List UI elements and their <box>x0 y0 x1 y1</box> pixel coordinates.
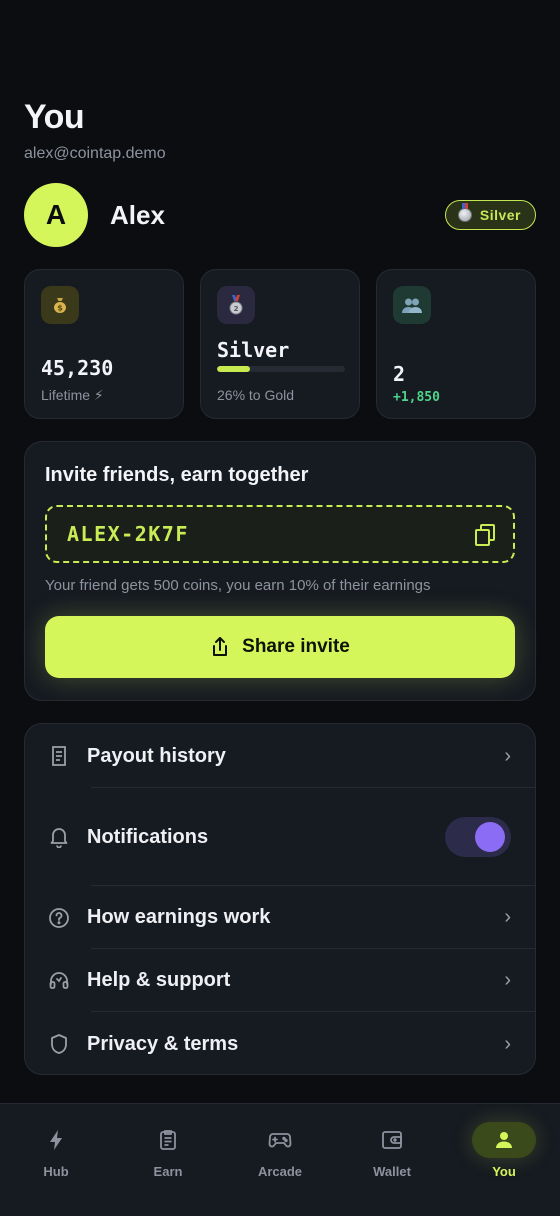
avatar[interactable]: A <box>24 183 88 247</box>
svg-text:2: 2 <box>234 305 239 313</box>
bolt-icon <box>24 1122 88 1158</box>
tab-label-arcade: Arcade <box>257 1164 303 1179</box>
invite-code: ALEX-2K7F <box>67 522 189 546</box>
tier-badge-label: Silver <box>479 207 521 223</box>
medal-icon <box>457 203 472 222</box>
chevron-right-icon: › <box>504 906 511 928</box>
stats-row: $ 45,230 Lifetime ⚡ 2 Silver 26% to Gold… <box>24 269 536 419</box>
stat-sub-lifetime: Lifetime ⚡ <box>41 387 104 403</box>
stat-value-referrals: 2 <box>393 362 406 386</box>
bottom-tab-bar: Hub Earn Arcade Wallet You <box>0 1103 560 1216</box>
money-bag-icon: $ <box>41 286 79 324</box>
chevron-right-icon: › <box>504 744 511 767</box>
menu-item-privacy-terms[interactable]: Privacy & terms › <box>25 1012 535 1074</box>
tier-progress-bar <box>217 366 345 372</box>
stat-card-referrals[interactable]: 2 +1,850 <box>376 269 536 419</box>
tab-label-earn: Earn <box>153 1164 183 1179</box>
user-icon <box>472 1122 536 1158</box>
tab-you[interactable]: You <box>448 1104 560 1216</box>
notifications-toggle[interactable] <box>445 817 511 857</box>
receipt-icon <box>47 744 71 768</box>
menu-item-payout-history[interactable]: Payout history › <box>25 724 535 788</box>
copy-icon[interactable] <box>475 524 495 546</box>
tab-label-you: You <box>492 1164 516 1179</box>
clipboard-icon <box>136 1122 200 1158</box>
menu-item-help-support[interactable]: Help & support › <box>25 949 535 1012</box>
menu-item-notifications[interactable]: Notifications <box>25 788 535 886</box>
stat-sub-referrals: +1,850 <box>393 390 440 405</box>
menu-item-how-earnings-work[interactable]: How earnings work › <box>25 886 535 949</box>
question-icon <box>47 906 71 930</box>
share-invite-button[interactable]: Share invite <box>45 616 515 678</box>
chevron-right-icon: › <box>504 1032 511 1055</box>
toggle-knob <box>475 822 505 852</box>
tier-badge: Silver <box>444 200 536 230</box>
stat-card-lifetime[interactable]: $ 45,230 Lifetime ⚡ <box>24 269 184 419</box>
medal-icon: 2 <box>217 286 255 324</box>
invite-card: Invite friends, earn together ALEX-2K7F … <box>24 441 536 701</box>
tab-arcade[interactable]: Arcade <box>224 1104 336 1216</box>
tab-label-hub: Hub <box>43 1164 69 1179</box>
menu-label-payout-history: Payout history <box>87 744 226 767</box>
svg-text:$: $ <box>57 304 63 313</box>
stat-value-tier: Silver <box>217 338 290 362</box>
invite-note: Your friend gets 500 coins, you earn 10%… <box>45 577 431 594</box>
wallet-icon <box>360 1122 424 1158</box>
tab-label-wallet: Wallet <box>373 1164 411 1179</box>
header: You alex@cointap.demo <box>24 98 166 163</box>
menu-label-privacy-terms: Privacy & terms <box>87 1032 239 1055</box>
tab-earn[interactable]: Earn <box>112 1104 224 1216</box>
invite-title: Invite friends, earn together <box>45 464 309 486</box>
bell-icon <box>47 825 71 849</box>
chevron-right-icon: › <box>504 969 511 991</box>
share-icon <box>213 637 228 656</box>
menu-label-notifications: Notifications <box>87 825 209 848</box>
profile-name: Alex <box>110 199 165 230</box>
share-invite-label: Share invite <box>242 636 350 657</box>
invite-code-box[interactable]: ALEX-2K7F <box>45 505 515 563</box>
user-email: alex@cointap.demo <box>24 145 166 162</box>
headset-icon <box>47 969 71 993</box>
tier-progress-fill <box>217 366 251 372</box>
users-icon <box>393 286 431 324</box>
stat-card-tier[interactable]: 2 Silver 26% to Gold <box>200 269 360 419</box>
page-title: You <box>24 98 85 136</box>
menu-label-how-earnings-work: How earnings work <box>87 906 271 928</box>
shield-icon <box>47 1032 71 1056</box>
tab-wallet[interactable]: Wallet <box>336 1104 448 1216</box>
stat-value-lifetime: 45,230 <box>41 356 114 380</box>
stat-sub-tier: 26% to Gold <box>217 387 295 403</box>
settings-menu: Payout history › Notifications How earni… <box>24 723 536 1075</box>
gamepad-icon <box>248 1122 312 1158</box>
tab-hub[interactable]: Hub <box>0 1104 112 1216</box>
menu-label-help-support: Help & support <box>87 969 231 991</box>
profile-row: A Alex Silver <box>24 183 536 247</box>
